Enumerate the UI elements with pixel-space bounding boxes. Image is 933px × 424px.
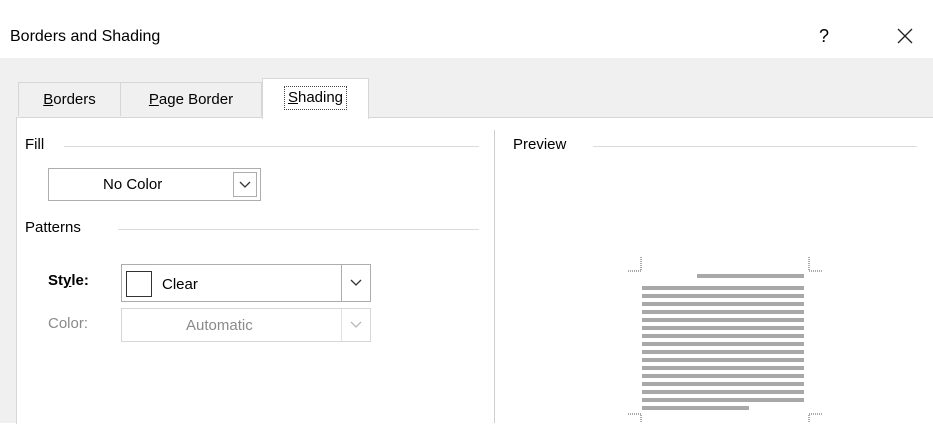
tab-strip: Borders Page Border Shading: [0, 58, 933, 119]
close-icon: [897, 28, 913, 44]
vertical-separator: [494, 130, 495, 423]
tab-shading-mnemonic: S: [287, 89, 298, 106]
patterns-group-label: Patterns: [25, 219, 81, 236]
chevron-down-icon: [239, 181, 251, 188]
fill-color-dropdown-button[interactable]: [233, 172, 257, 197]
pattern-style-dropdown-button[interactable]: [341, 265, 370, 301]
preview-group-label: Preview: [513, 136, 567, 153]
patterns-group-rule: [118, 229, 479, 230]
help-button[interactable]: ?: [812, 22, 836, 50]
tab-borders-label: orders: [53, 91, 96, 108]
title-bar: Borders and Shading ?: [0, 0, 933, 58]
pattern-color-label: Color:: [48, 315, 89, 332]
tab-shading[interactable]: Shading: [262, 78, 369, 119]
preview-graphic: [628, 257, 822, 422]
tab-borders-mnemonic: B: [43, 91, 54, 108]
tab-borders[interactable]: Borders: [18, 82, 121, 116]
fill-group-label: Fill: [25, 136, 45, 153]
preview-text-lines: [642, 274, 804, 410]
tab-page-border-mnemonic: P: [148, 91, 159, 108]
pattern-style-dropdown[interactable]: Clear: [121, 264, 371, 302]
style-label: Style:: [48, 272, 89, 289]
fill-group-rule: [64, 146, 479, 147]
chevron-down-icon: [350, 321, 362, 328]
tab-shading-label: hading: [297, 89, 344, 106]
close-button[interactable]: [890, 22, 920, 50]
fill-color-dropdown[interactable]: No Color: [48, 168, 261, 201]
pattern-color-value: Automatic: [186, 317, 253, 334]
tab-page-border-label: age Border: [158, 91, 234, 108]
preview-corner-marks: [628, 257, 822, 422]
dialog-title: Borders and Shading: [10, 28, 161, 45]
fill-color-value: No Color: [103, 176, 163, 193]
chevron-down-icon: [350, 279, 362, 286]
pattern-style-value: Clear: [162, 276, 198, 293]
tab-shading-focus-box: Shading: [283, 86, 348, 110]
tab-page-border[interactable]: Page Border: [120, 82, 262, 116]
pattern-color-dropdown-button: [341, 309, 370, 341]
pattern-color-dropdown[interactable]: Automatic: [121, 308, 371, 342]
preview-group-rule: [593, 146, 917, 147]
pattern-swatch: [126, 271, 152, 297]
